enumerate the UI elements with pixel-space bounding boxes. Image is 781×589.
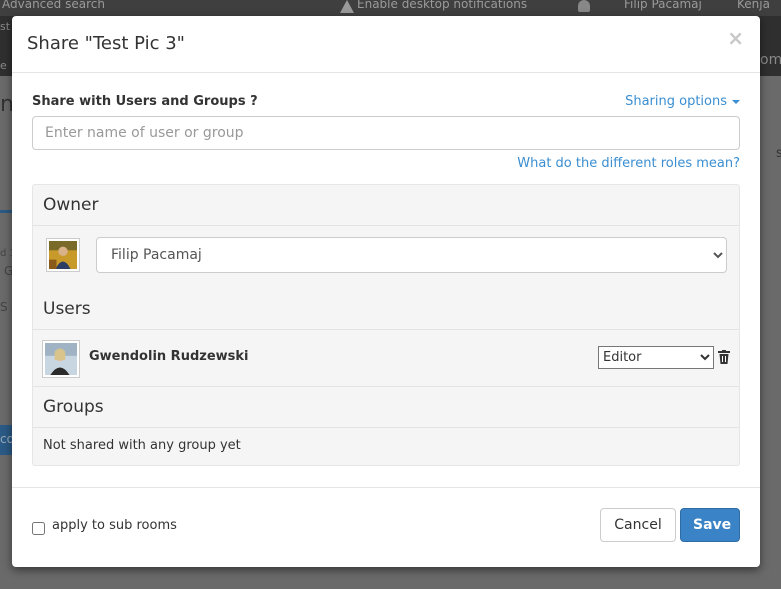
groups-section-header: Groups [33,387,739,428]
caret-down-icon [732,99,740,104]
owner-section-header: Owner [33,185,739,226]
dialog-header: Share "Test Pic 3" × [12,16,760,73]
user-photo-icon [45,343,77,375]
sharing-options-dropdown[interactable]: Sharing options [625,94,740,109]
sharing-options-label: Sharing options [625,94,727,109]
bg-partial-text: om [760,52,781,68]
user-photo-icon [49,241,77,269]
bg-partial-text: e [0,59,7,72]
owner-avatar [46,238,80,272]
bg-partial-text: s [776,146,781,161]
bg-accent-line [0,210,12,213]
apply-subrooms-label: apply to sub rooms [52,518,177,533]
roles-help-link[interactable]: What do the different roles mean? [517,156,740,171]
share-dialog: Share "Test Pic 3" × Share with Users an… [12,16,760,567]
apply-subrooms-checkbox[interactable] [32,522,45,535]
bg-partial-text: st [0,20,11,33]
user-role-select[interactable]: Editor [598,346,714,369]
user-avatar [42,340,80,378]
groups-empty-text: Not shared with any group yet [43,438,241,453]
user-menu: Filip Pacamaj [624,0,702,11]
owner-heading: Owner [43,195,99,215]
owner-select[interactable]: Filip Pacamaj [96,237,727,273]
users-section-header: Users [33,289,739,330]
dialog-footer: apply to sub rooms Cancel Save [12,487,760,568]
users-heading: Users [43,299,91,319]
sharing-panel: Owner Filip Pacamaj Users Gwendolin Rudz… [32,184,740,466]
share-with-label: Share with Users and Groups ? [32,94,258,109]
notifications-link: Enable desktop notifications [357,0,528,11]
warning-icon [340,0,354,13]
background-topbar: Advanced search Enable desktop notificat… [0,0,781,16]
bell-icon [578,0,590,12]
advanced-search-link: Advanced search [2,0,105,11]
save-button[interactable]: Save [680,508,740,542]
other-user-link: Kenja [737,0,770,11]
groups-heading: Groups [43,397,104,417]
trash-icon[interactable] [718,350,730,364]
user-name: Gwendolin Rudzewski [89,349,249,364]
cancel-button[interactable]: Cancel [600,508,676,542]
bg-blue-button: co [0,425,14,455]
dialog-title: Share "Test Pic 3" [27,33,185,54]
user-group-search-input[interactable] [32,116,740,150]
close-icon[interactable]: × [727,28,744,48]
